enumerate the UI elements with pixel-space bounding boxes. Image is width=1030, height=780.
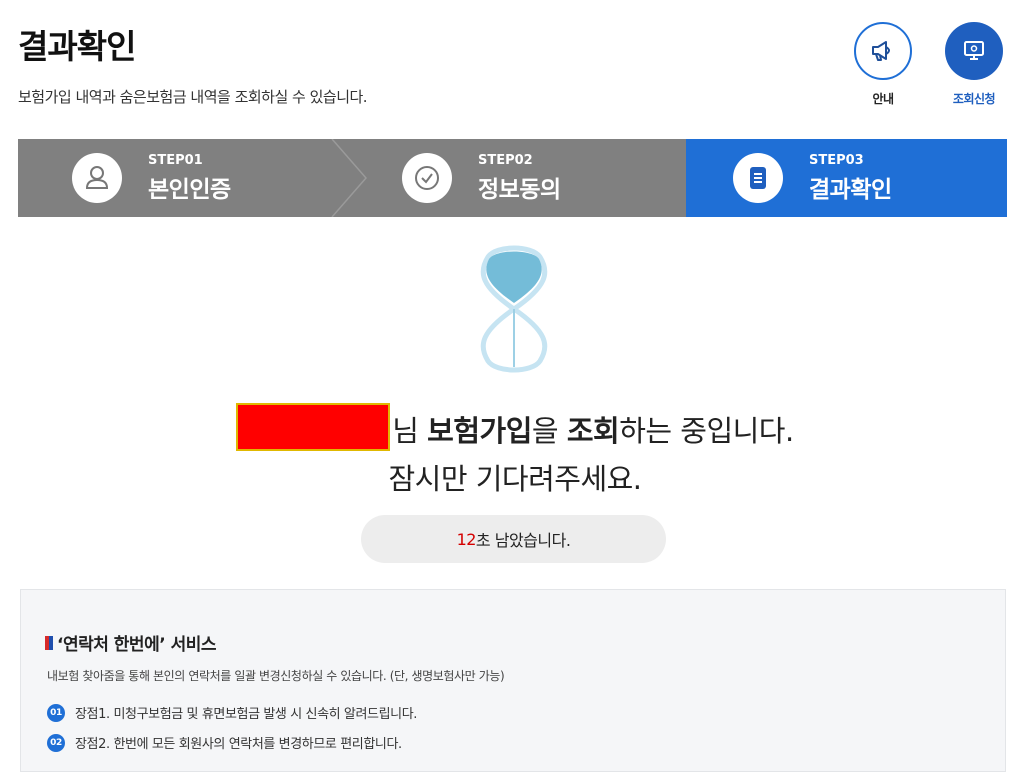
monitor-icon (964, 41, 984, 60)
benefit-1-number-badge: 01 (47, 703, 65, 722)
benefit-2-number-badge: 02 (47, 733, 65, 752)
status-name-suffix: 님 (392, 414, 419, 448)
contact-service-box: ‘연락처 한번에’ 서비스 내보험 찾아줌을 통해 본인의 연락처를 일괄 변경… (20, 589, 1006, 772)
status-bold-insurance: 보험가입 (427, 414, 532, 448)
step-divider-1 (331, 139, 367, 217)
step-3-number: STEP03 (809, 152, 864, 168)
apply-button-circle[interactable] (945, 22, 1003, 80)
step-1: STEP01 본인인증 (72, 139, 231, 217)
countdown-timer: 12 초 남았습니다. (361, 515, 666, 563)
apply-button-label: 조회신청 (952, 92, 996, 106)
status-line1-end: 하는 중입니다. (619, 414, 794, 448)
benefit-2-text: 장점2. 한번에 모든 회원사의 연락처를 변경하므로 편리합니다. (75, 737, 402, 752)
step-3: STEP03 결과확인 (733, 139, 892, 217)
guide-button-label: 안내 (872, 92, 894, 106)
page-title: 결과확인 (18, 27, 136, 66)
service-title: ‘연락처 한번에’ 서비스 (57, 635, 217, 655)
guide-button[interactable]: 안내 (853, 22, 913, 107)
person-icon (72, 153, 122, 203)
step-2-number: STEP02 (478, 152, 533, 168)
check-circle-icon (402, 153, 452, 203)
step-2-name: 정보동의 (478, 176, 561, 203)
step-1-number: STEP01 (148, 152, 203, 168)
apply-button[interactable]: 조회신청 (944, 22, 1004, 107)
guide-button-circle[interactable] (854, 22, 912, 80)
page-description: 보험가입 내역과 숨은보험금 내역을 조회하실 수 있습니다. (18, 88, 368, 106)
step-arrow-tip (668, 139, 686, 217)
service-description: 내보험 찾아줌을 통해 본인의 연락처를 일괄 변경신청하실 수 있습니다. (… (47, 669, 505, 683)
status-line2: 잠시만 기다려주세요. (388, 462, 642, 496)
document-icon (733, 153, 783, 203)
service-benefit-2: 02 장점2. 한번에 모든 회원사의 연락처를 변경하므로 편리합니다. (47, 733, 402, 752)
hourglass-icon (480, 245, 548, 373)
step-3-name: 결과확인 (809, 176, 892, 203)
status-bold-query: 조회 (566, 414, 620, 448)
flag-icon (45, 635, 53, 650)
step-2: STEP02 정보동의 (402, 139, 561, 217)
megaphone-icon (872, 41, 890, 61)
timer-unit-text: 초 남았습니다. (475, 531, 571, 550)
status-message: 님 보험가입을 조회하는 중입니다. 잠시만 기다려주세요. (0, 403, 1030, 498)
step-progress-bar: STEP01 본인인증 STEP02 정보동의 STEP03 결과확인 (18, 139, 1007, 217)
step-1-name: 본인인증 (148, 176, 231, 203)
benefit-1-text: 장점1. 미청구보험금 및 휴면보험금 발생 시 신속히 알려드립니다. (75, 707, 418, 722)
service-title-row: ‘연락처 한번에’ 서비스 (45, 630, 217, 655)
timer-seconds: 12 (456, 529, 477, 549)
service-benefit-1: 01 장점1. 미청구보험금 및 휴면보험금 발생 시 신속히 알려드립니다. (47, 703, 417, 722)
status-particle: 을 (531, 414, 559, 448)
redacted-name (236, 403, 391, 451)
